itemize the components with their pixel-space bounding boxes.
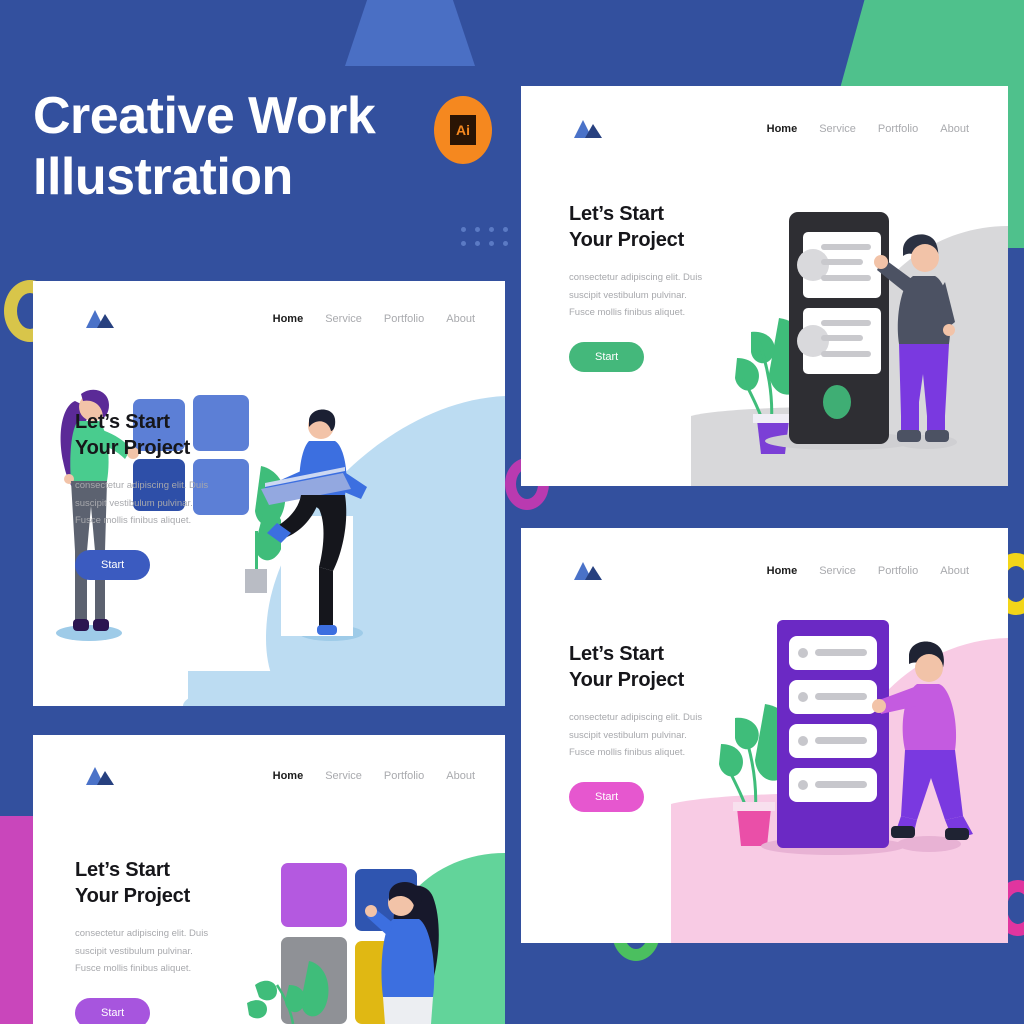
card-3-heading-line-2: Your Project: [569, 669, 685, 691]
mockup-card-2[interactable]: Home Service Portfolio About Let’s Start…: [521, 86, 1008, 486]
card-1-navbar[interactable]: Home Service Portfolio About: [85, 308, 475, 330]
mountain-logo-icon[interactable]: [85, 765, 117, 787]
adobe-illustrator-badge-icon: Ai: [434, 96, 492, 164]
mockup-card-4[interactable]: Home Service Portfolio About Let’s Start…: [33, 735, 505, 1024]
mountain-logo-icon[interactable]: [573, 560, 605, 582]
card-2-body-line-1: consectetur adipiscing elit. Duis: [569, 272, 703, 283]
card-4-body-line-1: consectetur adipiscing elit. Duis: [75, 928, 209, 939]
mountain-logo-icon[interactable]: [573, 118, 605, 140]
card-1-body-line-1: consectetur adipiscing elit. Duis: [75, 480, 209, 491]
card-3-copy: Let’s Start Your Project consectetur adi…: [569, 641, 769, 812]
card-4-start-button[interactable]: Start: [75, 997, 151, 1024]
card-1-nav-links[interactable]: Home Service Portfolio About: [273, 313, 475, 325]
title-line-1: Creative Work: [33, 87, 376, 145]
card-1-heading-line-1: Let’s Start: [75, 411, 170, 433]
nav-item-portfolio[interactable]: Portfolio: [878, 565, 918, 577]
mockup-card-3[interactable]: Home Service Portfolio About Let’s Start…: [521, 528, 1008, 943]
card-3-navbar[interactable]: Home Service Portfolio About: [573, 560, 969, 582]
title-line-2: Illustration: [33, 147, 293, 206]
card-1-copy: Let’s Start Your Project consectetur adi…: [75, 409, 275, 580]
card-2-copy: Let’s Start Your Project consectetur adi…: [569, 201, 769, 372]
mockup-card-1[interactable]: Home Service Portfolio About Let’s Start…: [33, 281, 505, 706]
card-2-body-line-3: Fusce mollis finibus aliquet.: [569, 307, 686, 319]
top-trapezoid-shape: [345, 0, 475, 66]
nav-item-home[interactable]: Home: [273, 313, 304, 325]
nav-item-home[interactable]: Home: [273, 770, 304, 782]
mountain-logo-icon[interactable]: [85, 308, 117, 330]
card-4-nav-links[interactable]: Home Service Portfolio About: [273, 770, 475, 782]
nav-item-portfolio[interactable]: Portfolio: [384, 313, 424, 325]
card-3-nav-links[interactable]: Home Service Portfolio About: [767, 565, 969, 577]
poster-title: Creative Work Illustration: [33, 86, 453, 208]
card-1-heading-line-2: Your Project: [75, 437, 191, 459]
poster-canvas: Creative Work Illustration Ai Home Servi…: [0, 0, 1024, 1024]
nav-item-service[interactable]: Service: [325, 313, 362, 325]
dot-grid-decoration: [461, 227, 509, 255]
card-3-body-line-1: consectetur adipiscing elit. Duis: [569, 712, 703, 723]
nav-item-about[interactable]: About: [446, 770, 475, 782]
card-4-heading-line-2: Your Project: [75, 885, 191, 907]
card-2-nav-links[interactable]: Home Service Portfolio About: [767, 123, 969, 135]
card-2-heading-line-1: Let’s Start: [569, 203, 664, 225]
card-2-start-button[interactable]: Start: [569, 341, 645, 372]
nav-item-service[interactable]: Service: [819, 565, 856, 577]
nav-item-about[interactable]: About: [940, 123, 969, 135]
nav-item-about[interactable]: About: [940, 565, 969, 577]
card-2-navbar[interactable]: Home Service Portfolio About: [573, 118, 969, 140]
card-4-body-line-3: Fusce mollis finibus aliquet.: [75, 963, 192, 975]
card-3-heading-line-1: Let’s Start: [569, 643, 664, 665]
nav-item-home[interactable]: Home: [767, 123, 798, 135]
card-3-start-button[interactable]: Start: [569, 781, 645, 812]
nav-item-portfolio[interactable]: Portfolio: [384, 770, 424, 782]
card-4-body-line-2: suscipit vestibulum pulvinar.: [75, 945, 193, 957]
card-2-body-line-2: suscipit vestibulum pulvinar.: [569, 289, 687, 301]
card-3-body-line-3: Fusce mollis finibus aliquet.: [569, 747, 686, 759]
card-3-body-line-2: suscipit vestibulum pulvinar.: [569, 729, 687, 741]
card-4-copy: Let’s Start Your Project consectetur adi…: [75, 857, 275, 1024]
card-2-heading-line-2: Your Project: [569, 229, 685, 251]
card-1-start-button[interactable]: Start: [75, 549, 151, 580]
card-4-navbar[interactable]: Home Service Portfolio About: [85, 765, 475, 787]
nav-item-about[interactable]: About: [446, 313, 475, 325]
card-4-heading-line-1: Let’s Start: [75, 859, 170, 881]
ai-badge-label: Ai: [449, 114, 477, 146]
card-1-body-line-3: Fusce mollis finibus aliquet.: [75, 515, 192, 527]
nav-item-home[interactable]: Home: [767, 565, 798, 577]
card-1-body-line-2: suscipit vestibulum pulvinar.: [75, 497, 193, 509]
nav-item-service[interactable]: Service: [819, 123, 856, 135]
nav-item-portfolio[interactable]: Portfolio: [878, 123, 918, 135]
nav-item-service[interactable]: Service: [325, 770, 362, 782]
